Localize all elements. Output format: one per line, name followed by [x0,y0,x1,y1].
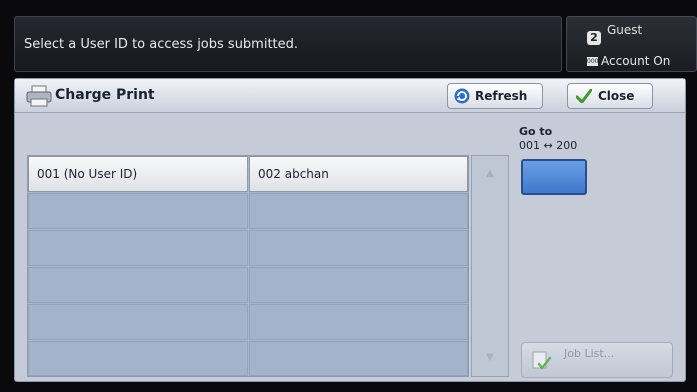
guest-icon: 2 [587,31,601,45]
panel-title: Charge Print [55,87,155,103]
refresh-label: Refresh [475,89,528,103]
empty-user-slot [249,230,468,266]
goto-range: 001 ↔ 200 [519,139,578,152]
user-item-002[interactable]: 002 abchan [249,156,468,192]
empty-user-slot [28,267,248,303]
guest-label: Guest [607,23,643,37]
empty-user-slot [28,230,248,266]
goto-input-button[interactable] [521,159,587,195]
job-list-label: Job List... [564,347,615,360]
refresh-icon [454,88,470,104]
close-label: Close [598,89,635,103]
user-item-label: 001 (No User ID) [37,167,138,181]
account-button[interactable]: 2 Guest 000 Account On [566,16,697,72]
scroll-down-button[interactable]: ▼ [472,340,508,376]
account-label: Account On [601,54,671,68]
user-item-001[interactable]: 001 (No User ID) [28,156,248,192]
message-bar: Select a User ID to access jobs submitte… [14,16,562,72]
account-icon: 000 [587,57,599,66]
refresh-button[interactable]: Refresh [447,83,543,109]
empty-user-slot [28,304,248,340]
message-text: Select a User ID to access jobs submitte… [24,37,299,52]
charge-print-panel: Charge Print Refresh Close Go to 001 ↔ 2… [14,78,686,382]
job-list-button[interactable]: Job List... [521,342,673,378]
job-list-icon [532,351,552,370]
close-button[interactable]: Close [567,83,653,109]
goto-label: Go to [519,125,553,138]
list-scrollbar: ▲ ▼ [471,155,509,377]
empty-user-slot [28,193,248,229]
empty-user-slot [249,341,468,376]
user-id-list: 001 (No User ID) 002 abchan [27,155,469,377]
printer-icon [26,85,52,107]
checkmark-icon [576,89,592,103]
screen: Select a User ID to access jobs submitte… [0,0,697,392]
scroll-up-button[interactable]: ▲ [472,156,508,192]
empty-user-slot [28,341,248,376]
user-item-label: 002 abchan [258,167,329,181]
panel-title-bar: Charge Print Refresh Close [15,79,685,113]
empty-user-slot [249,193,468,229]
empty-user-slot [249,304,468,340]
empty-user-slot [249,267,468,303]
